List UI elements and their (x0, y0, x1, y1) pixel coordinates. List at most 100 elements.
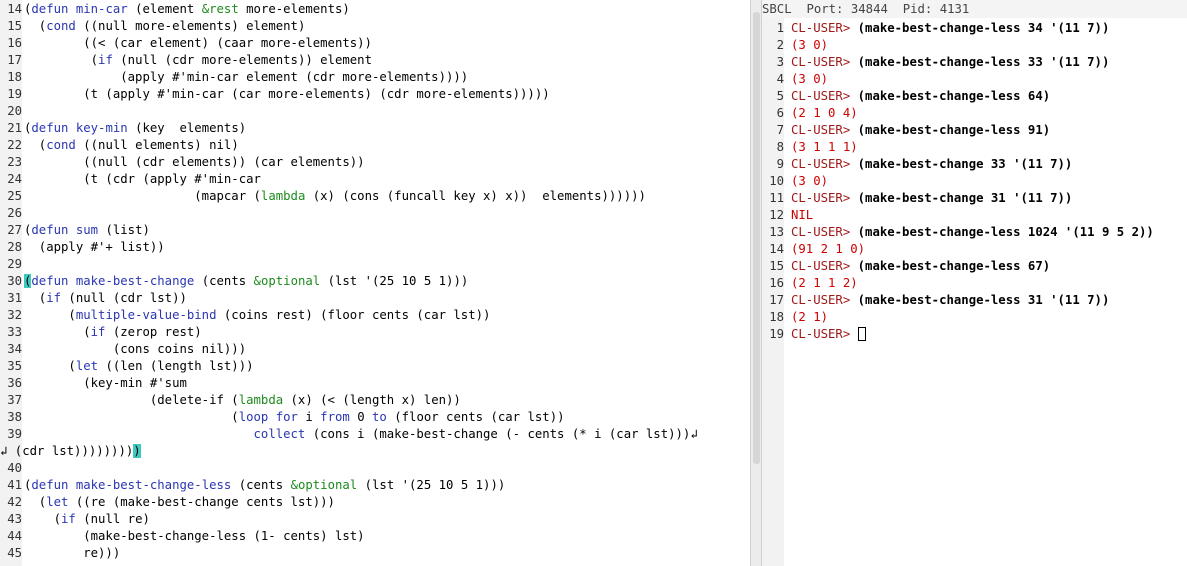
line-number: 3 (776, 55, 784, 69)
line-number: 37 (7, 393, 22, 407)
code-text: (delete-if (lambda (x) (< (length x) len… (24, 393, 461, 407)
line-number: 39 (7, 427, 22, 441)
repl-input: CL-USER> (make-best-change-less 34 '(11 … (791, 21, 1110, 35)
repl-prompt: CL-USER> (791, 225, 858, 239)
line-number: 23 (7, 155, 22, 169)
line-number: 38 (7, 410, 22, 424)
line-number: 22 (7, 138, 22, 152)
wrap-indicator-icon: ↲ (690, 427, 698, 441)
repl-prompt: CL-USER> (791, 21, 858, 35)
code-text: (defun min-car (element &rest more-eleme… (24, 2, 350, 16)
repl-output: (2 1) (791, 310, 829, 324)
line-number: 41 (7, 478, 22, 492)
line-number: 27 (7, 223, 22, 237)
line-number: 8 (776, 140, 784, 154)
repl-input: CL-USER> (make-best-change 33 '(11 7)) (791, 157, 1073, 171)
line-number: 17 (769, 293, 784, 307)
code-text: (t (apply #'min-car (car more-elements) … (24, 87, 550, 101)
line-number: 1 (776, 21, 784, 35)
repl-output: (2 1 0 4) (791, 106, 858, 120)
code-text: (defun key-min (key elements) (24, 121, 247, 135)
code-text: (defun sum (list) (24, 223, 150, 237)
repl-output: (3 0) (791, 174, 829, 188)
repl-output: (3 0) (791, 72, 829, 86)
code-text: (loop for i from 0 to (floor cents (car … (24, 410, 565, 424)
line-number: 4 (776, 72, 784, 86)
line-number: 25 (7, 189, 22, 203)
line-number: 16 (7, 36, 22, 50)
repl-input: CL-USER> (make-best-change-less 31 '(11 … (791, 293, 1110, 307)
line-number: 42 (7, 495, 22, 509)
repl-prompt: CL-USER> (791, 55, 858, 69)
line-number: 20 (7, 104, 22, 118)
line-number: 15 (769, 259, 784, 273)
line-number: 15 (7, 19, 22, 33)
repl-prompt: CL-USER> (791, 123, 858, 137)
line-number: 29 (7, 257, 22, 271)
code-text: (t (cdr (apply #'min-car (24, 172, 261, 186)
repl-output: (91 2 1 0) (791, 242, 866, 256)
repl-pid-label: Pid: 4131 (902, 2, 970, 16)
code-text: ((null (cdr elements)) (car elements)) (24, 155, 365, 169)
code-text: (apply #'+ list)) (24, 240, 165, 254)
repl-output: NIL (791, 208, 814, 222)
code-text: (if (null (cdr more-elements)) element (24, 53, 372, 67)
repl-prompt: CL-USER> (791, 293, 858, 307)
repl-prompt: CL-USER> (791, 89, 858, 103)
line-number: 26 (7, 206, 22, 220)
line-number: 14 (7, 2, 22, 16)
repl-input: CL-USER> (make-best-change-less 33 '(11 … (791, 55, 1110, 69)
line-number: 18 (7, 70, 22, 84)
line-number: 45 (7, 546, 22, 560)
line-number: 19 (769, 327, 784, 341)
repl-impl-name: SBCL (762, 2, 792, 16)
line-number: 2 (776, 38, 784, 52)
editor-scrollbar-thumb[interactable] (753, 12, 760, 464)
repl-output: (3 1 1 1) (791, 140, 858, 154)
line-number: 10 (769, 174, 784, 188)
line-number: 28 (7, 240, 22, 254)
repl-input: CL-USER> (make-best-change-less 1024 '(1… (791, 225, 1154, 239)
line-number: 7 (776, 123, 784, 137)
repl-prompt: CL-USER> (791, 259, 858, 273)
line-number: 33 (7, 325, 22, 339)
repl-mode-line: SBCL Port: 34844 Pid: 4131 (762, 0, 1187, 18)
text-cursor (857, 327, 866, 341)
code-editor-pane[interactable]: 14 (defun min-car (element &rest more-ele… (0, 0, 750, 566)
code-text: (let ((re (make-best-change cents lst))) (24, 495, 335, 509)
line-number: 36 (7, 376, 22, 390)
line-number: 17 (7, 53, 22, 67)
editor-scrollbar[interactable] (750, 0, 762, 566)
repl-input: CL-USER> (make-best-change-less 67) (791, 259, 1051, 273)
code-text: (let ((len (length lst))) (24, 359, 254, 373)
code-text: (if (null (cdr lst)) (24, 291, 187, 305)
line-number: 16 (769, 276, 784, 290)
code-text: (make-best-change-less (1- cents) lst) (24, 529, 365, 543)
line-number: 43 (7, 512, 22, 526)
code-text: (cons coins nil))) (24, 342, 247, 356)
line-number: 13 (769, 225, 784, 239)
line-number: 35 (7, 359, 22, 373)
line-number: 12 (769, 208, 784, 222)
line-number: 11 (769, 191, 784, 205)
code-text: collect (cons i (make-best-change (- cen… (253, 427, 698, 441)
line-number: 31 (7, 291, 22, 305)
repl-prompt: CL-USER> (791, 157, 858, 171)
line-number: 44 (7, 529, 22, 543)
repl-pane[interactable]: 1 CL-USER> (make-best-change-less 34 '(11… (762, 18, 1187, 566)
line-number: 24 (7, 172, 22, 186)
code-text: (defun make-best-change (cents &optional… (24, 274, 469, 288)
repl-input: CL-USER> (make-best-change-less 91) (791, 123, 1051, 137)
line-number: 19 (7, 87, 22, 101)
repl-port-label: Port: 34844 (806, 2, 888, 16)
line-number: 32 (7, 308, 22, 322)
code-text: (cond ((null more-elements) element) (24, 19, 306, 33)
repl-input: CL-USER> (make-best-change 31 '(11 7)) (791, 191, 1073, 205)
repl-output: (2 1 1 2) (791, 276, 858, 290)
line-number: 34 (7, 342, 22, 356)
line-number: 40 (7, 461, 22, 475)
repl-output: (3 0) (791, 38, 829, 52)
code-text: ↲ (cdr lst))))))))) (0, 444, 141, 458)
repl-input: CL-USER> (make-best-change-less 64) (791, 89, 1051, 103)
code-text: (multiple-value-bind (coins rest) (floor… (24, 308, 491, 322)
